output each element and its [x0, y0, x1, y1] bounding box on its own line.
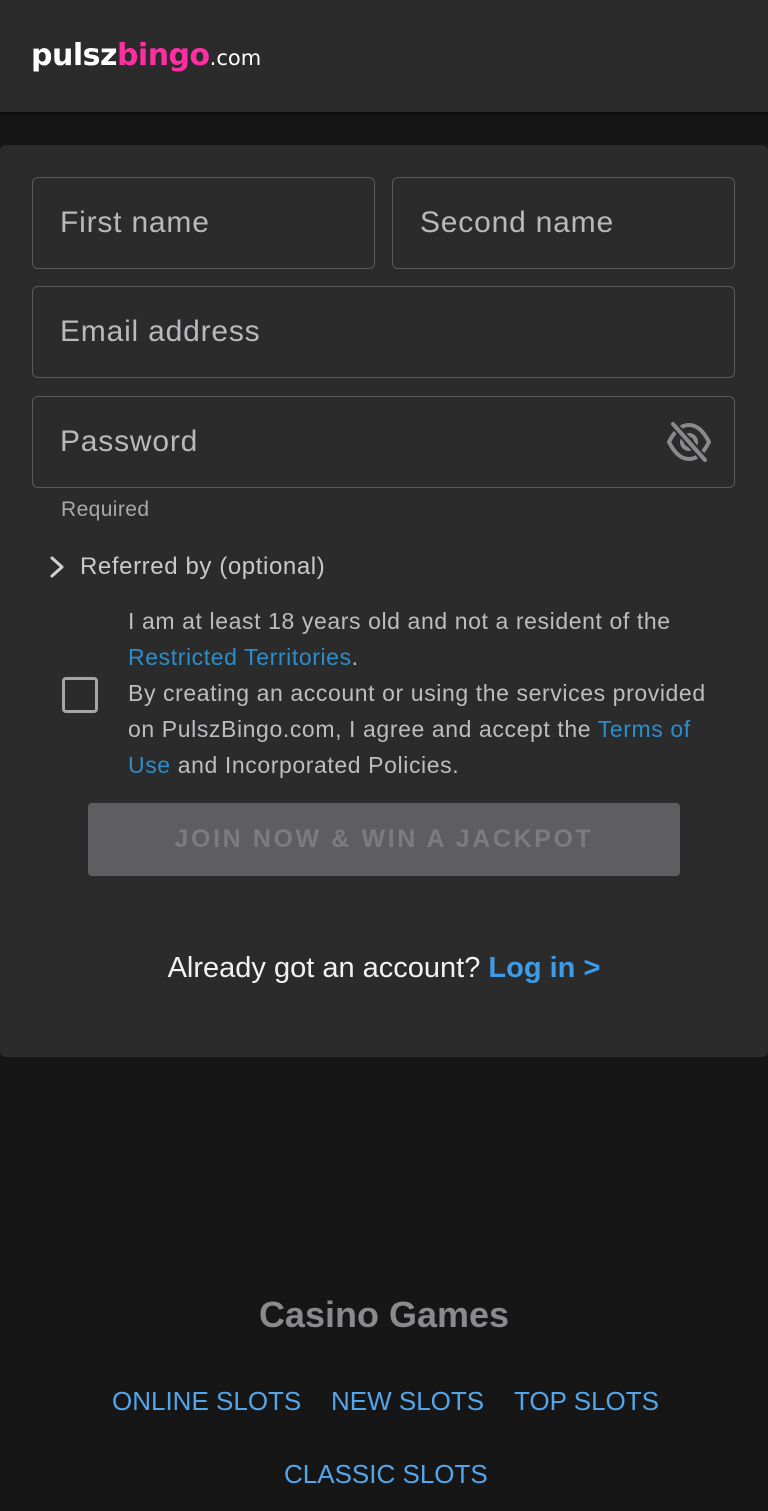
password-input[interactable] — [33, 397, 734, 487]
restricted-territories-link[interactable]: Restricted Territories — [128, 644, 352, 670]
join-now-button[interactable]: JOIN NOW & WIN A JACKPOT — [88, 803, 680, 876]
first-name-input[interactable] — [33, 178, 374, 268]
casino-games-title: Casino Games — [258, 1294, 510, 1335]
footer-link-new-slots[interactable]: NEW SLOTS — [331, 1386, 484, 1417]
footer-link-online-slots[interactable]: ONLINE SLOTS — [112, 1386, 301, 1417]
referred-by-label: Referred by (optional) — [80, 553, 326, 580]
site-logo[interactable]: pulszbingo.com — [31, 38, 261, 76]
email-input[interactable] — [33, 287, 734, 377]
referred-by-toggle[interactable]: Referred by (optional) — [46, 551, 325, 583]
first-name-field[interactable] — [32, 177, 375, 269]
password-helper-text: Required — [61, 498, 150, 521]
eye-off-icon[interactable] — [666, 421, 712, 463]
login-link[interactable]: Log in > — [488, 952, 600, 984]
age-terms-checkbox[interactable] — [62, 677, 98, 713]
footer-link-top-slots[interactable]: TOP SLOTS — [514, 1386, 659, 1417]
password-field[interactable] — [32, 396, 735, 488]
email-field[interactable] — [32, 286, 735, 378]
chevron-right-icon — [50, 556, 64, 578]
login-prompt: Already got an account? Log in > — [167, 952, 601, 984]
footer-link-classic-slots[interactable]: CLASSIC SLOTS — [284, 1459, 488, 1490]
terms-text: I am at least 18 years old and not a res… — [128, 608, 706, 778]
second-name-field[interactable] — [392, 177, 735, 269]
top-header: pulszbingo.com — [0, 0, 768, 112]
signup-card — [0, 145, 768, 1057]
second-name-input[interactable] — [393, 178, 734, 268]
